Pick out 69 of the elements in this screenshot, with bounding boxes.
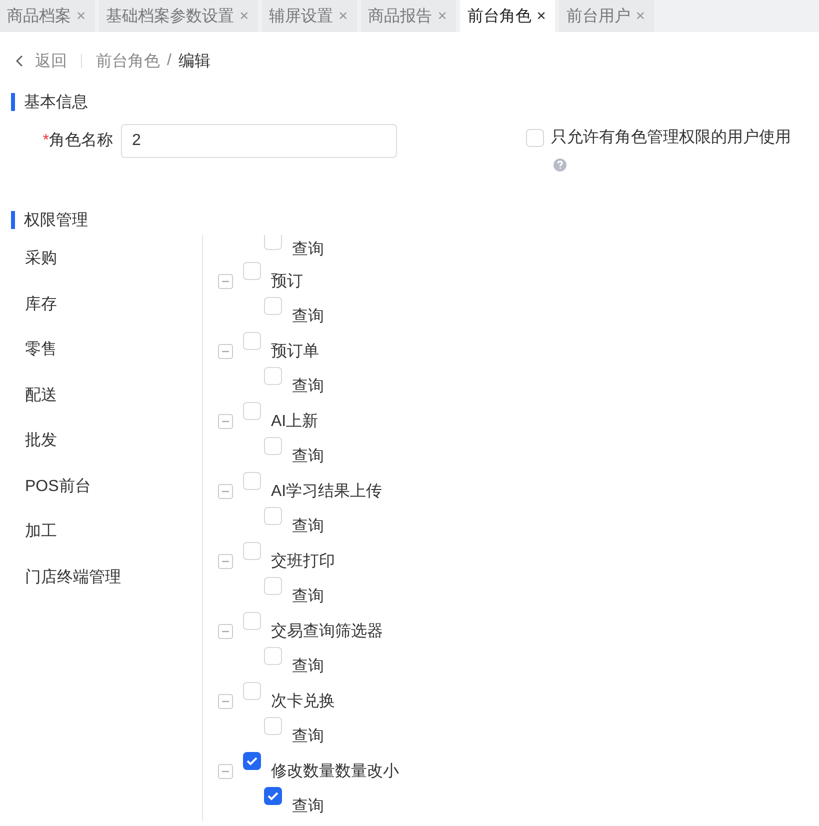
tab-label: 前台用户 bbox=[566, 6, 630, 26]
collapse-icon[interactable] bbox=[218, 764, 233, 779]
tab[interactable]: 辅屏设置 ✕ bbox=[262, 0, 358, 32]
chevron-left-icon[interactable] bbox=[15, 54, 25, 68]
close-icon[interactable]: ✕ bbox=[76, 9, 86, 23]
tab-label: 商品报告 bbox=[368, 6, 432, 26]
tree-label: AI上新 bbox=[271, 412, 318, 432]
close-icon[interactable]: ✕ bbox=[437, 9, 448, 23]
help-icon[interactable] bbox=[553, 158, 567, 172]
field-label: 角色名称 bbox=[49, 132, 113, 149]
collapse-icon[interactable] bbox=[218, 344, 233, 359]
section-marker bbox=[11, 211, 15, 229]
required-mark: * bbox=[42, 132, 49, 149]
tree-label: 交班打印 bbox=[271, 552, 335, 572]
tree-label: 查询 bbox=[292, 446, 324, 467]
menu-item[interactable]: 库存 bbox=[0, 288, 202, 334]
back-link[interactable]: 返回 bbox=[35, 50, 67, 72]
tab-label: 辅屏设置 bbox=[269, 6, 334, 26]
close-icon[interactable]: ✕ bbox=[338, 9, 348, 23]
section-title: 基本信息 bbox=[24, 92, 88, 112]
tree-label: 次卡兑换 bbox=[271, 692, 335, 712]
tree-label: 查询 bbox=[292, 306, 324, 327]
checkbox[interactable] bbox=[264, 787, 282, 805]
menu-item[interactable]: 零售 bbox=[0, 334, 202, 380]
role-name-field[interactable]: 2 bbox=[121, 124, 397, 158]
tree-label: 查询 bbox=[292, 726, 324, 747]
collapse-icon[interactable] bbox=[218, 274, 233, 289]
tree-label: 修改数量数量改小 bbox=[271, 762, 399, 782]
collapse-icon[interactable] bbox=[218, 484, 233, 499]
section-marker bbox=[11, 93, 15, 111]
menu-item[interactable]: 门店终端管理 bbox=[0, 562, 202, 607]
tree-label: AI学习结果上传 bbox=[271, 482, 382, 502]
tab-label: 前台角色 bbox=[467, 6, 532, 26]
tab-label: 基础档案参数设置 bbox=[106, 6, 234, 26]
tree-label: 查询 bbox=[292, 656, 324, 677]
menu-item[interactable]: 批发 bbox=[0, 425, 202, 470]
collapse-icon[interactable] bbox=[218, 694, 233, 709]
tree-label: 查询 bbox=[292, 586, 324, 607]
checkbox[interactable] bbox=[243, 752, 261, 770]
close-icon[interactable]: ✕ bbox=[635, 9, 646, 23]
collapse-icon[interactable] bbox=[218, 414, 233, 429]
tree-label: 预订 bbox=[271, 272, 303, 292]
menu-item[interactable]: POS前台 bbox=[0, 470, 202, 516]
menu-item[interactable]: 采购 bbox=[0, 243, 202, 288]
section-title: 权限管理 bbox=[24, 210, 88, 230]
tree-label: 查询 bbox=[292, 376, 324, 397]
tree-label: 交易查询筛选器 bbox=[271, 622, 383, 642]
breadcrumb-item[interactable]: 前台角色 bbox=[96, 50, 160, 72]
tab[interactable]: 前台用户 ✕ bbox=[559, 0, 654, 32]
tab[interactable]: 前台角色 ✕ bbox=[460, 0, 556, 32]
breadcrumb-separator: / bbox=[167, 52, 172, 70]
tree-label: 查询 bbox=[292, 516, 324, 537]
check-icon bbox=[246, 756, 258, 766]
check-icon bbox=[267, 791, 279, 801]
tab[interactable]: 商品报告 ✕ bbox=[361, 0, 456, 32]
tab[interactable]: 基础档案参数设置 ✕ bbox=[99, 0, 258, 32]
tree-label: 查询 bbox=[292, 796, 324, 817]
tab-label: 商品档案 bbox=[7, 6, 71, 26]
menu-item[interactable]: 加工 bbox=[0, 516, 202, 562]
close-icon[interactable]: ✕ bbox=[239, 9, 250, 23]
checkbox-label: 只允许有角色管理权限的用户使用 bbox=[551, 129, 791, 146]
tree-label: 预订单 bbox=[271, 342, 319, 362]
collapse-icon[interactable] bbox=[218, 624, 233, 639]
tab[interactable]: 商品档案 ✕ bbox=[0, 0, 96, 32]
breadcrumb-item: 编辑 bbox=[178, 52, 210, 72]
close-icon[interactable]: ✕ bbox=[536, 9, 546, 23]
tree-label: 查询 bbox=[292, 240, 324, 260]
collapse-icon[interactable] bbox=[218, 554, 233, 569]
menu-item[interactable]: 配送 bbox=[0, 380, 202, 425]
